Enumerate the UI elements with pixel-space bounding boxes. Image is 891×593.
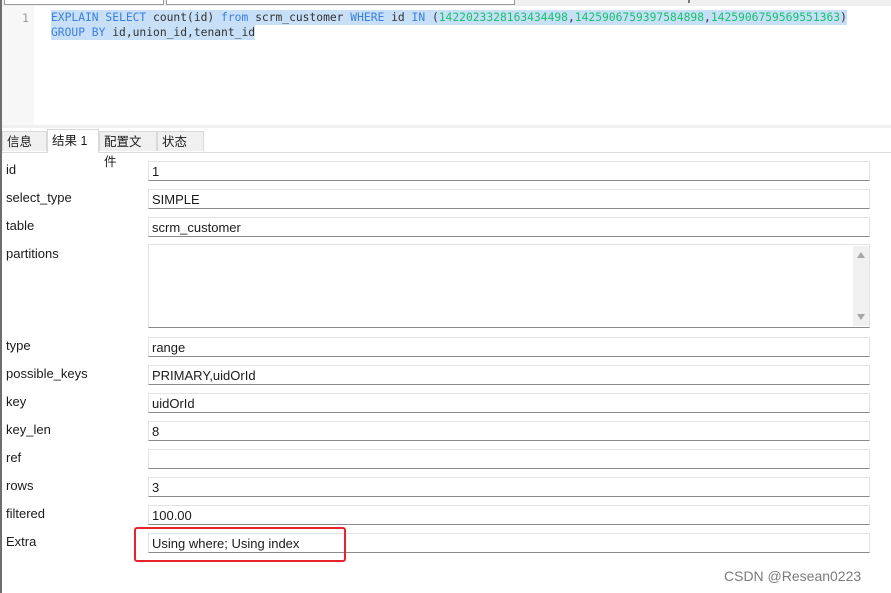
number-literal: 1422023328163434498 [438, 11, 568, 24]
field-label-partitions: partitions [6, 246, 59, 261]
scroll-up-arrow-icon[interactable] [857, 252, 865, 258]
field-label-key-len: key_len [6, 422, 51, 437]
code-punct: , [704, 11, 711, 24]
result-tabs: 信息 结果 1 配置文件 状态 [2, 128, 891, 169]
keyword: WHERE [350, 11, 385, 24]
sql-editor[interactable]: 1 EXPLAIN SELECT count(id) from scrm_cus… [2, 6, 891, 125]
code-punct: ( [425, 11, 439, 24]
field-partitions[interactable] [148, 244, 870, 328]
code-line-2: GROUP BY id,union_id,tenant_id [51, 25, 256, 40]
field-label-ref: ref [6, 450, 22, 465]
partitions-scrollbar[interactable] [853, 246, 869, 326]
code-text: id [384, 11, 412, 24]
code-text: id,union_id,tenant_id [105, 26, 256, 39]
tab-info[interactable]: 信息 [2, 131, 47, 151]
field-label-possible-keys: possible_keys [6, 366, 88, 381]
field-id[interactable]: 1 [148, 161, 870, 181]
code-line-1: EXPLAIN SELECT count(id) from scrm_custo… [51, 10, 847, 25]
toolbar-marker [688, 0, 690, 3]
field-filtered[interactable]: 100.00 [148, 505, 870, 525]
tab-status[interactable]: 状态 [157, 131, 204, 151]
field-table[interactable]: scrm_customer [148, 217, 870, 237]
tab-profile[interactable]: 配置文件 [99, 131, 157, 169]
field-type[interactable]: range [148, 337, 870, 357]
field-rows[interactable]: 3 [148, 477, 870, 497]
field-key-len[interactable]: 8 [148, 421, 870, 441]
keyword: IN [411, 11, 426, 24]
toolbar-dropdown-database[interactable] [166, 0, 515, 5]
field-label-rows: rows [6, 478, 34, 493]
keyword: from [221, 11, 249, 24]
line-number: 1 [22, 11, 29, 25]
field-select-type[interactable]: SIMPLE [148, 189, 870, 209]
field-possible-keys[interactable]: PRIMARY,uidOrId [148, 365, 870, 385]
number-literal: 1425906759569551363 [710, 11, 841, 24]
field-key[interactable]: uidOrId [148, 393, 870, 413]
watermark: CSDN @Resean0223 [724, 568, 862, 584]
tab-result-1[interactable]: 结果 1 [47, 129, 99, 153]
code-punct: ) [840, 11, 847, 24]
code-text: count(id) [146, 11, 222, 24]
field-label-id: id [6, 162, 17, 177]
field-ref[interactable] [148, 449, 870, 469]
field-label-select-type: select_type [6, 190, 72, 205]
keyword: EXPLAIN SELECT [51, 11, 147, 24]
field-label-extra: Extra [6, 534, 37, 549]
scroll-down-arrow-icon[interactable] [857, 314, 865, 320]
annotation-highlight-box [134, 527, 346, 562]
field-label-key: key [6, 394, 27, 409]
line-gutter: 1 [2, 6, 34, 125]
field-label-filtered: filtered [6, 506, 46, 521]
field-label-table: table [6, 218, 35, 233]
code-punct: , [567, 11, 575, 24]
field-label-type: type [6, 338, 31, 353]
sql-code[interactable]: EXPLAIN SELECT count(id) from scrm_custo… [51, 10, 847, 40]
keyword: GROUP BY [51, 26, 106, 39]
code-text: scrm_customer [248, 11, 351, 24]
toolbar-dropdown-connection[interactable] [4, 0, 164, 5]
number-literal: 1425906759397584898 [574, 11, 705, 24]
